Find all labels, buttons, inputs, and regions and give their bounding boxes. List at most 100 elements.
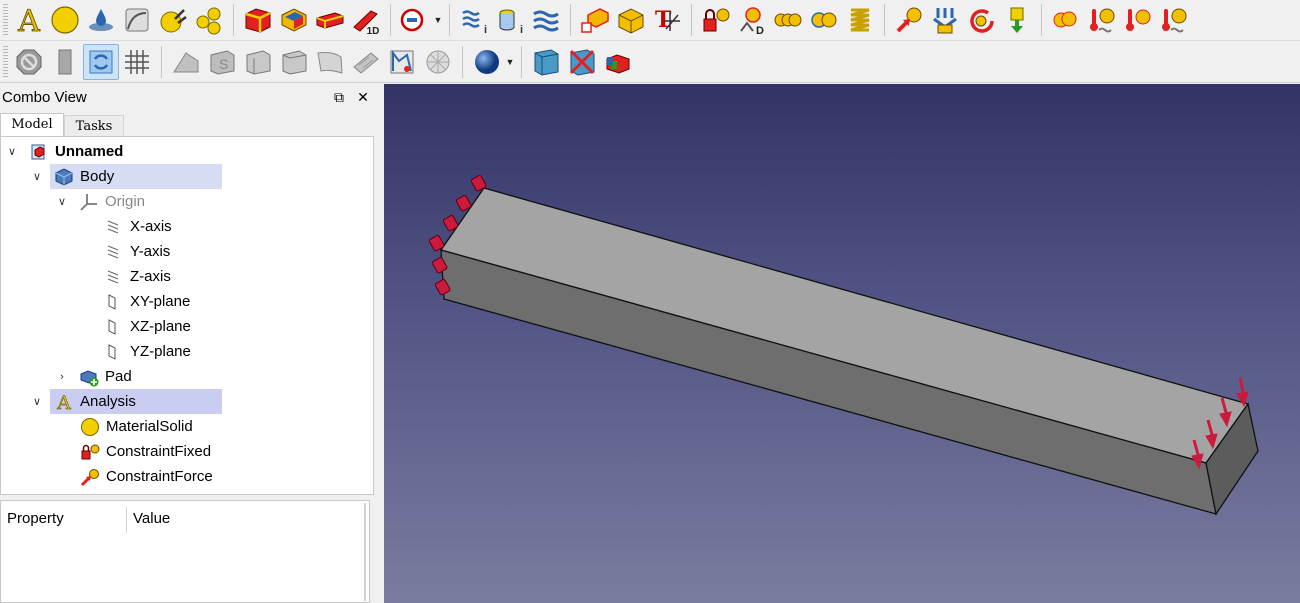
beam-model[interactable] — [439, 187, 1259, 516]
tree-item-constraint-fixed[interactable]: ConstraintFixed — [80, 439, 211, 464]
view-toolbar: S ▼ — [0, 42, 1300, 83]
tree-item-body[interactable]: ∨ Body — [30, 164, 114, 189]
svg-text:D: D — [756, 25, 764, 35]
tree-item-constraint-force[interactable]: ConstraintForce — [80, 464, 213, 489]
flow-velocity-icon[interactable]: i — [456, 2, 492, 38]
fixed-constraint-icon — [80, 442, 100, 462]
beam-section-icon[interactable] — [276, 2, 312, 38]
plane-icon — [104, 292, 124, 312]
ruled-icon[interactable] — [312, 44, 348, 80]
chevron-down-icon[interactable]: ▼ — [433, 2, 443, 38]
mesh-icon[interactable] — [420, 44, 456, 80]
combo-view: Combo View ⧉ ✕ Model Tasks ∨ Unnamed ∨ B… — [0, 84, 379, 603]
svg-text:S: S — [219, 56, 228, 72]
combo-view-title: Combo View — [2, 88, 87, 106]
prism-icon[interactable] — [276, 44, 312, 80]
displacement-icon[interactable] — [613, 2, 649, 38]
fluid-boundary-icon[interactable] — [528, 2, 564, 38]
analysis-icon[interactable]: A — [11, 2, 47, 38]
document-icon — [29, 142, 49, 162]
gear-spring-icon[interactable] — [806, 2, 842, 38]
centrif-icon[interactable] — [963, 2, 999, 38]
tie-icon[interactable]: T — [649, 2, 685, 38]
tree-item-x-axis[interactable]: X-axis — [104, 214, 172, 239]
tree-item-xz-plane[interactable]: XZ-plane — [104, 314, 191, 339]
initial-temp-icon[interactable] — [1120, 2, 1156, 38]
axis-icon — [104, 267, 124, 287]
sphere-icon[interactable] — [469, 44, 505, 80]
toolbar-handle[interactable] — [3, 4, 8, 36]
solid-section-icon[interactable] — [240, 2, 276, 38]
plane-icon — [104, 342, 124, 362]
pressure-icon[interactable] — [927, 2, 963, 38]
body-heat-icon[interactable] — [1084, 2, 1120, 38]
face-icon[interactable] — [528, 44, 564, 80]
self-weight-icon[interactable] — [999, 2, 1035, 38]
svg-text:1D: 1D — [367, 26, 380, 35]
float-icon[interactable]: ⧉ — [330, 88, 348, 106]
3d-viewport[interactable] — [384, 84, 1300, 603]
elements-icon[interactable] — [600, 44, 636, 80]
fixed-constraint-icon[interactable] — [698, 2, 734, 38]
scrollbar[interactable] — [364, 503, 366, 601]
chevron-right-icon[interactable]: › — [55, 371, 69, 383]
grid-icon[interactable] — [119, 44, 155, 80]
svg-text:A: A — [56, 392, 71, 412]
chevron-down-icon[interactable]: ∨ — [30, 170, 44, 183]
chevron-down-icon[interactable]: ∨ — [55, 195, 69, 208]
chevron-down-icon[interactable]: ▼ — [505, 44, 515, 80]
svg-text:i: i — [520, 24, 523, 35]
refresh-icon[interactable] — [83, 44, 119, 80]
tree-item-z-axis[interactable]: Z-axis — [104, 264, 171, 289]
material-editor-icon[interactable] — [155, 2, 191, 38]
tree-item-material[interactable]: MaterialSolid — [80, 414, 193, 439]
axis-icon — [104, 217, 124, 237]
no-face-icon[interactable] — [564, 44, 600, 80]
chevron-down-icon[interactable]: ∨ — [30, 395, 44, 408]
spring-icon[interactable] — [842, 2, 878, 38]
tab-tasks[interactable]: Tasks — [64, 115, 124, 136]
pad-icon — [79, 367, 99, 387]
shell-thickness-icon[interactable]: 1D — [348, 2, 384, 38]
boolean-fragments-icon[interactable] — [397, 2, 433, 38]
property-column-header[interactable]: Property — [1, 501, 64, 537]
tree-item-analysis[interactable]: ∨ A Analysis — [30, 389, 136, 414]
contact-icon[interactable] — [577, 2, 613, 38]
nonlinear-material-icon[interactable] — [119, 2, 155, 38]
material-fluid-icon[interactable] — [83, 2, 119, 38]
tree-item-y-axis[interactable]: Y-axis — [104, 239, 170, 264]
loft-icon[interactable] — [240, 44, 276, 80]
tree-item-xy-plane[interactable]: XY-plane — [104, 289, 190, 314]
tree-item-pad[interactable]: › Pad — [55, 364, 132, 389]
model-tree: ∨ Unnamed ∨ Body ∨ Origin X-axis Y-axis … — [0, 136, 374, 495]
sweep-icon[interactable]: S — [204, 44, 240, 80]
surface-icon[interactable] — [348, 44, 384, 80]
close-icon[interactable]: ✕ — [354, 88, 372, 106]
initial-flow-icon[interactable]: i — [492, 2, 528, 38]
material-reinforced-icon[interactable] — [191, 2, 227, 38]
svg-text:i: i — [484, 24, 487, 35]
tab-model[interactable]: Model — [0, 113, 64, 136]
combo-view-header: Combo View ⧉ ✕ — [0, 84, 379, 110]
toolbar-handle[interactable] — [3, 46, 8, 78]
combo-tabs: Model Tasks — [0, 110, 379, 136]
stop-icon[interactable] — [11, 44, 47, 80]
planar-constraint-icon[interactable]: D — [734, 2, 770, 38]
chevron-down-icon[interactable]: ∨ — [5, 145, 19, 158]
tree-item-unnamed[interactable]: ∨ Unnamed — [5, 139, 123, 164]
tree-item-yz-plane[interactable]: YZ-plane — [104, 339, 191, 364]
value-column-header[interactable]: Value — [127, 501, 170, 537]
svg-text:A: A — [17, 5, 40, 35]
bspline-icon[interactable] — [168, 44, 204, 80]
axis-icon — [104, 242, 124, 262]
box-icon[interactable] — [47, 44, 83, 80]
temperature-icon[interactable] — [1156, 2, 1192, 38]
edge-icon[interactable] — [384, 44, 420, 80]
force-icon[interactable] — [891, 2, 927, 38]
material-solid-icon — [80, 417, 100, 437]
material-solid-icon[interactable] — [47, 2, 83, 38]
transform-icon[interactable] — [770, 2, 806, 38]
heat-flux-icon[interactable] — [1048, 2, 1084, 38]
tree-item-origin[interactable]: ∨ Origin — [55, 189, 145, 214]
beam-rotation-icon[interactable] — [312, 2, 348, 38]
